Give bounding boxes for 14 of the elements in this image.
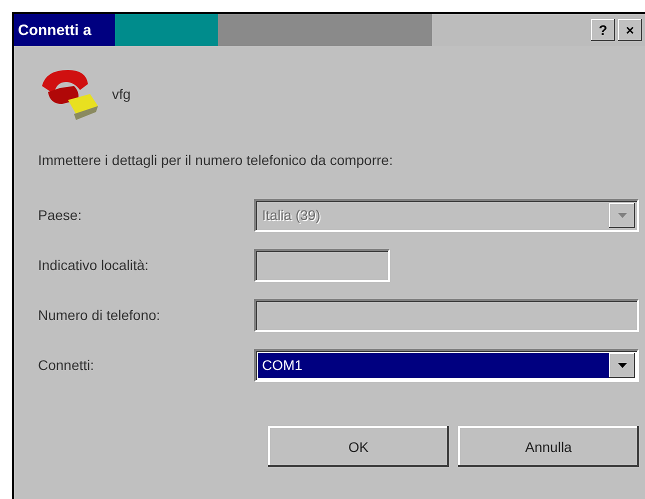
- dialog-button[interactable]: OK: [268, 426, 449, 467]
- dropdown-arrow-icon: [618, 212, 626, 218]
- window-title: Connetti a: [18, 22, 92, 38]
- field-label: Connetti:: [38, 357, 96, 373]
- help-button[interactable]: ?: [591, 19, 615, 41]
- dialog-button[interactable]: Annulla: [458, 426, 639, 467]
- dropdown-arrow-icon: [618, 362, 626, 368]
- field-label: Numero di telefono:: [38, 307, 162, 323]
- close-button[interactable]: ×: [618, 19, 642, 41]
- field-label: Paese:: [38, 207, 83, 223]
- field-label: Indicativo località:: [38, 257, 150, 273]
- dropdown[interactable]: COM1: [254, 348, 639, 382]
- instruction-text: Immettere i dettagli per il numero telefonico da comporre:: [38, 152, 394, 168]
- connection-name: vfg: [112, 86, 131, 102]
